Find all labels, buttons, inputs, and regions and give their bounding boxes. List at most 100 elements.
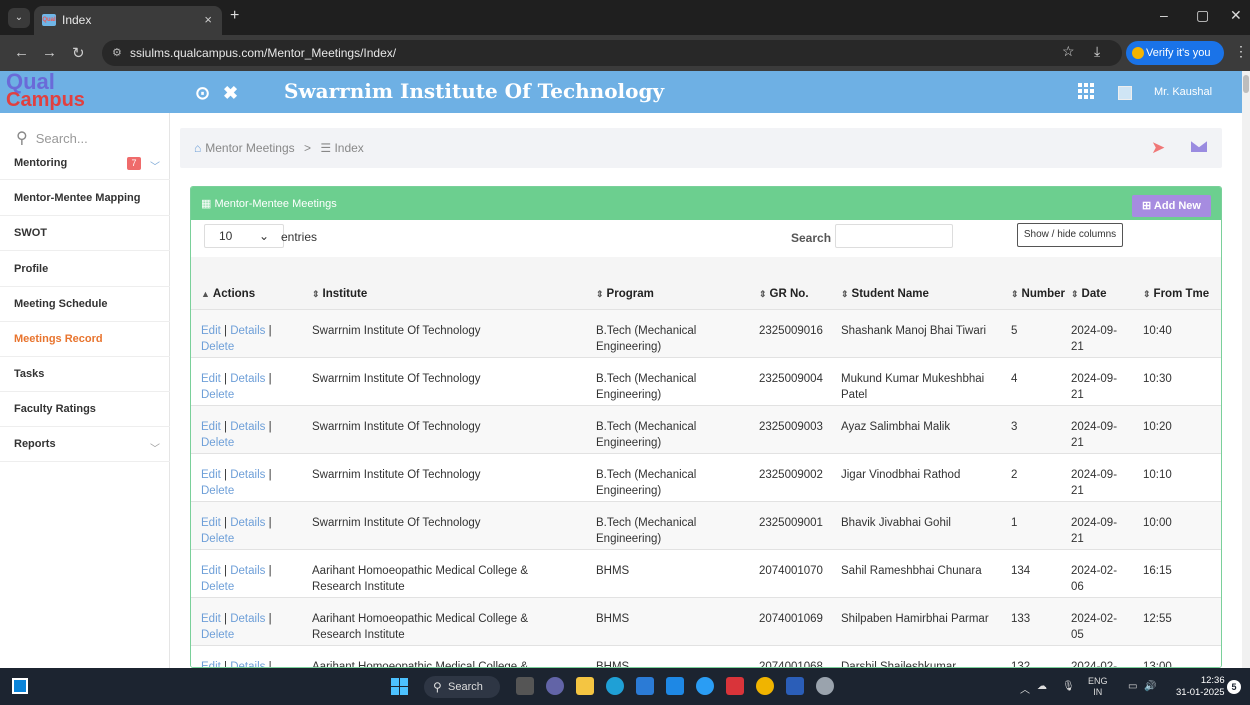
edge-icon[interactable] xyxy=(606,677,624,695)
scrollbar-thumb[interactable] xyxy=(1243,75,1249,93)
details-link[interactable]: Details xyxy=(230,421,265,433)
toggle-sidebar-icon[interactable]: ⊙ xyxy=(195,83,210,104)
table-row: Edit | Details | Delete Swarrnim Institute… xyxy=(191,356,1221,405)
tab-search-chevron-icon[interactable]: ⌄ xyxy=(8,8,30,28)
menu-kebab-icon[interactable]: ⋮ xyxy=(1234,43,1248,60)
app-icon[interactable] xyxy=(666,677,684,695)
home-icon[interactable]: ⌂ xyxy=(194,141,201,155)
user-name[interactable]: Mr. Kaushal xyxy=(1154,86,1212,98)
fullscreen-icon[interactable]: ✖ xyxy=(223,83,238,104)
address-bar[interactable]: ⚙ ssiulms.qualcampus.com/Mentor_Meetings… xyxy=(102,40,1122,66)
col-number[interactable]: ⇕ Number xyxy=(1001,257,1065,309)
sidebar-search[interactable]: ⚲ Search... xyxy=(16,128,88,148)
file-explorer-icon[interactable] xyxy=(576,677,594,695)
widgets-icon[interactable] xyxy=(12,678,28,694)
edit-link[interactable]: Edit xyxy=(201,469,221,481)
edit-link[interactable]: Edit xyxy=(201,325,221,337)
window-close-icon[interactable]: ✕ xyxy=(1230,7,1242,24)
col-institute[interactable]: ⇕ Institute xyxy=(302,257,586,309)
browser-tab[interactable]: Qual Index × xyxy=(34,6,222,35)
col-gr-no[interactable]: ⇕ GR No. xyxy=(749,257,831,309)
send-icon[interactable]: ➤ xyxy=(1151,138,1165,158)
clock[interactable]: 12:36 31-01-2025 xyxy=(1176,675,1225,699)
mcafee-icon[interactable] xyxy=(726,677,744,695)
restore-icon[interactable]: ▢ xyxy=(1196,7,1209,24)
microphone-icon[interactable]: 🎙 xyxy=(1062,681,1075,692)
col-actions[interactable]: ▲ Actions xyxy=(191,257,302,309)
edit-link[interactable]: Edit xyxy=(201,613,221,625)
entries-select[interactable]: 10 ⌄ xyxy=(204,224,284,248)
bookmark-star-icon[interactable]: ☆ xyxy=(1062,43,1075,60)
sidebar-item-swot[interactable]: SWOT xyxy=(0,216,170,251)
back-icon[interactable]: ← xyxy=(14,44,29,61)
page-scrollbar[interactable] xyxy=(1242,71,1250,668)
reload-icon[interactable]: ↻ xyxy=(72,44,85,62)
edit-link[interactable]: Edit xyxy=(201,517,221,529)
sidebar-item-meetings-record[interactable]: Meetings Record xyxy=(0,322,170,357)
edit-link[interactable]: Edit xyxy=(201,565,221,577)
qualcampus-logo[interactable]: Qual Campus xyxy=(6,69,90,112)
delete-link[interactable]: Delete xyxy=(201,581,234,593)
cell-program: B.Tech (Mechanical Engineering) xyxy=(586,356,749,405)
details-link[interactable]: Details xyxy=(230,661,265,668)
details-link[interactable]: Details xyxy=(230,565,265,577)
sidebar-item-profile[interactable]: Profile xyxy=(0,252,170,287)
col-student-name[interactable]: ⇕ Student Name xyxy=(831,257,1001,309)
cloud-icon[interactable]: ☁ xyxy=(1037,681,1047,692)
minimize-icon[interactable]: – xyxy=(1160,7,1168,23)
sidebar-item-meeting-schedule[interactable]: Meeting Schedule xyxy=(0,287,170,322)
display-icon[interactable]: ▭ xyxy=(1128,681,1137,692)
volume-icon[interactable]: 🔊 xyxy=(1144,681,1156,692)
details-link[interactable]: Details xyxy=(230,373,265,385)
delete-link[interactable]: Delete xyxy=(201,341,234,353)
verify-button[interactable]: Verify it's you xyxy=(1126,41,1224,65)
language-indicator[interactable]: ENG IN xyxy=(1088,676,1108,698)
tab-close-icon[interactable]: × xyxy=(204,12,212,27)
show-hide-columns-button[interactable]: Show / hide columns xyxy=(1017,223,1123,247)
apps-grid-icon[interactable] xyxy=(1078,83,1094,99)
sidebar-item-reports[interactable]: Reports xyxy=(0,427,170,462)
chrome-icon[interactable] xyxy=(756,677,774,695)
new-tab-icon[interactable]: + xyxy=(230,7,239,25)
details-link[interactable]: Details xyxy=(230,469,265,481)
sidebar-item-mentoring[interactable]: Mentoring xyxy=(0,146,170,180)
cell-number: 2 xyxy=(1001,452,1061,501)
col-program[interactable]: ⇕ Program xyxy=(586,257,749,309)
site-info-icon[interactable]: ⚙ xyxy=(112,46,122,59)
task-view-icon[interactable] xyxy=(516,677,534,695)
download-icon[interactable]: ⤓ xyxy=(1094,43,1100,60)
col-date[interactable]: ⇕ Date xyxy=(1061,257,1133,309)
sidebar-item-faculty-ratings[interactable]: Faculty Ratings xyxy=(0,392,170,427)
delete-link[interactable]: Delete xyxy=(201,629,234,641)
edit-link[interactable]: Edit xyxy=(201,373,221,385)
edit-link[interactable]: Edit xyxy=(201,661,221,668)
delete-link[interactable]: Delete xyxy=(201,437,234,449)
separator: | xyxy=(268,420,272,433)
breadcrumb-parent[interactable]: Mentor Meetings xyxy=(205,141,294,155)
windows-start-icon[interactable] xyxy=(391,678,408,695)
settings-icon[interactable] xyxy=(816,677,834,695)
add-new-button[interactable]: ⊞ Add New xyxy=(1132,195,1211,217)
copilot-icon[interactable] xyxy=(696,677,714,695)
edit-link[interactable]: Edit xyxy=(201,421,221,433)
notification-badge[interactable]: 5 xyxy=(1227,680,1241,694)
chat-icon[interactable] xyxy=(546,677,564,695)
store-icon[interactable] xyxy=(636,677,654,695)
col-from-time[interactable]: ⇕ From Tme xyxy=(1133,257,1221,309)
tray-chevron-icon[interactable]: ︿ xyxy=(1020,681,1030,696)
delete-link[interactable]: Delete xyxy=(201,389,234,401)
delete-link[interactable]: Delete xyxy=(201,485,234,497)
forward-icon[interactable]: → xyxy=(42,44,57,61)
sidebar-item-tasks[interactable]: Tasks xyxy=(0,357,170,392)
cell-student-name: Mukund Kumar Mukeshbhai Patel xyxy=(831,356,1001,405)
details-link[interactable]: Details xyxy=(230,517,265,529)
table-search-input[interactable] xyxy=(835,224,953,248)
details-link[interactable]: Details xyxy=(230,613,265,625)
word-icon[interactable] xyxy=(786,677,804,695)
delete-link[interactable]: Delete xyxy=(201,533,234,545)
taskbar-search[interactable]: ⚲ Search xyxy=(424,676,500,698)
table-row: Edit | Details | Delete Swarrnim Institute… xyxy=(191,500,1221,549)
avatar[interactable] xyxy=(1118,86,1132,100)
sidebar-item-mentor-mentee-mapping[interactable]: Mentor-Mentee Mapping xyxy=(0,181,170,216)
details-link[interactable]: Details xyxy=(230,325,265,337)
